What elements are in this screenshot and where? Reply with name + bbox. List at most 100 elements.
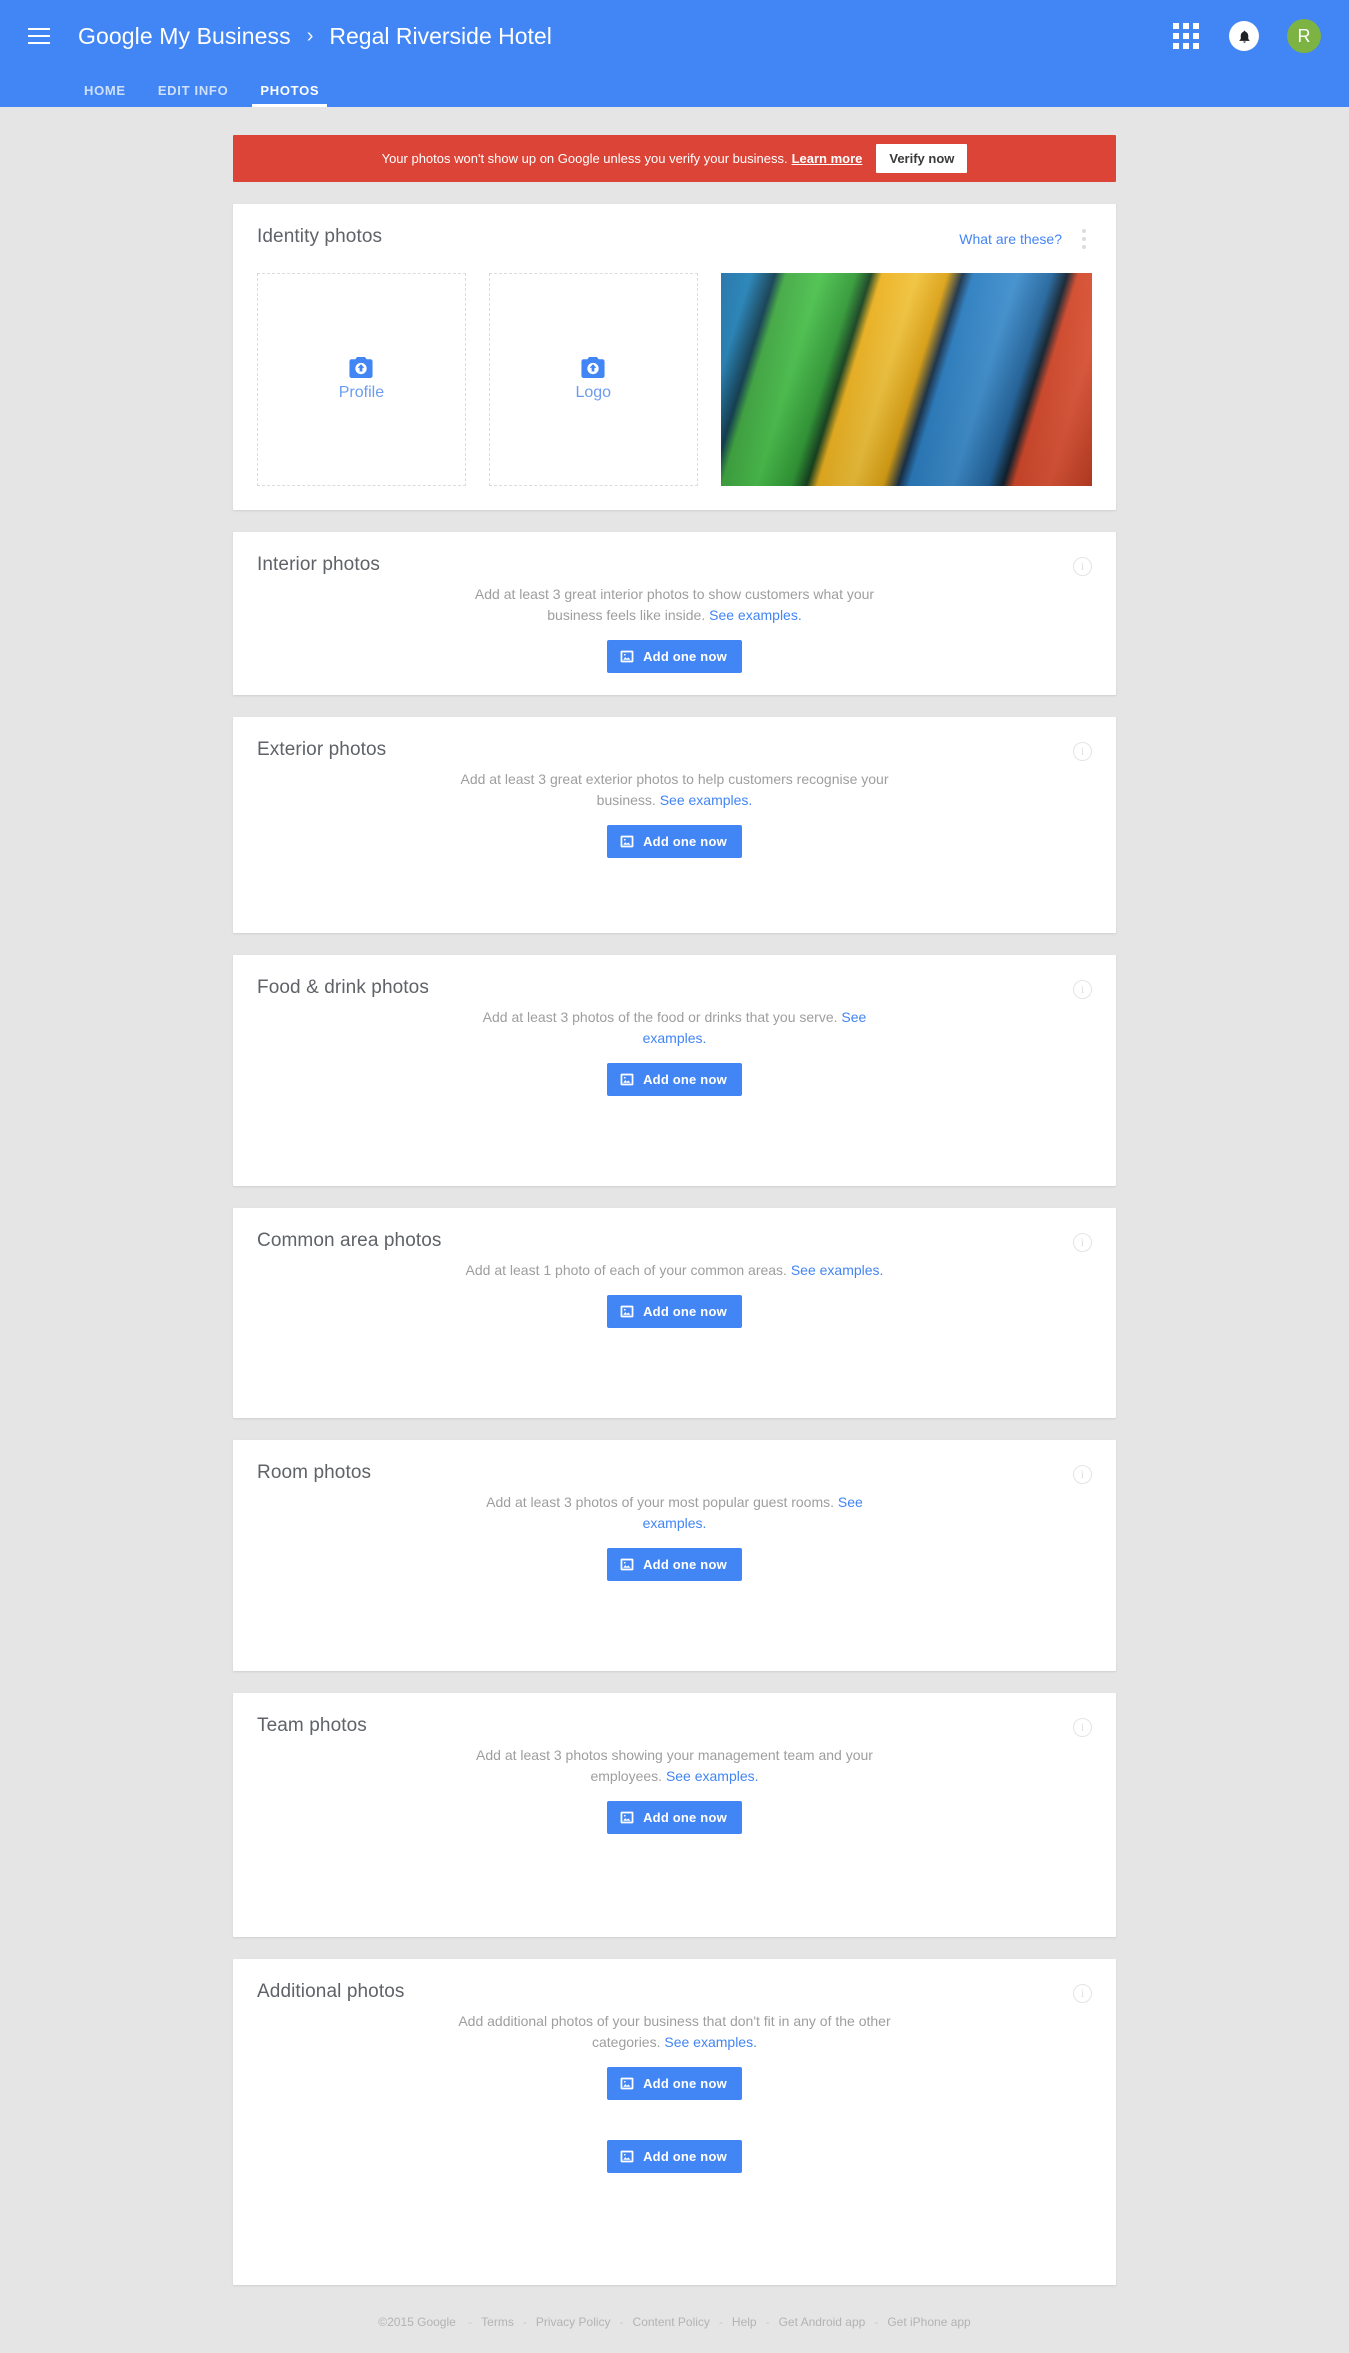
hamburger-line <box>28 28 50 30</box>
apps-dot <box>1193 33 1199 39</box>
photo-icon <box>620 2077 634 2090</box>
see-examples-link[interactable]: See examples. <box>709 607 802 623</box>
bell-icon <box>1239 30 1249 43</box>
add-one-now-label: Add one now <box>643 2149 727 2164</box>
photo-icon <box>620 2150 634 2163</box>
card-header: Interior photos i <box>233 532 1116 576</box>
card-body: Add at least 3 great interior photos to … <box>233 576 1116 673</box>
info-icon[interactable]: i <box>1073 742 1092 761</box>
card-description-text: Add at least 3 great interior photos to … <box>474 586 875 623</box>
card-description-text: Add at least 3 photos of your most popul… <box>486 1494 838 1510</box>
add-one-now-button[interactable]: Add one now <box>607 1548 742 1581</box>
tab-photos[interactable]: PHOTOS <box>244 83 335 107</box>
card-header-actions: i <box>1073 554 1092 576</box>
tab-home[interactable]: HOME <box>68 83 142 107</box>
add-one-now-label: Add one now <box>643 1072 727 1087</box>
footer-link[interactable]: Privacy Policy <box>536 2315 611 2329</box>
card-header: Team photos i <box>233 1693 1116 1737</box>
add-one-now-button-secondary[interactable]: Add one now <box>607 2140 742 2173</box>
card-description: Add at least 1 photo of each of your com… <box>455 1260 895 1281</box>
top-app-bar: Google My Business › Regal Riverside Hot… <box>0 0 1349 107</box>
content-column: Your photos won't show up on Google unle… <box>233 107 1116 2285</box>
card-title: Interior photos <box>257 554 380 575</box>
info-icon[interactable]: i <box>1073 557 1092 576</box>
card-header: Additional photos i <box>233 1959 1116 2003</box>
photo-sections: Interior photos i Add at least 3 great int… <box>233 532 1116 2285</box>
what-are-these-link[interactable]: What are these? <box>959 231 1062 247</box>
brand-title[interactable]: Google My Business <box>78 23 291 50</box>
apps-dot <box>1173 43 1179 49</box>
photo-icon <box>620 835 634 848</box>
card-header: Room photos i <box>233 1440 1116 1484</box>
see-examples-link[interactable]: See examples. <box>666 1768 759 1784</box>
card-body: Add at least 3 photos of the food or dri… <box>233 999 1116 1096</box>
card-body: Add at least 3 great exterior photos to … <box>233 761 1116 858</box>
identity-tiles-row: Profile Logo <box>233 249 1116 510</box>
footer-link[interactable]: Help <box>732 2315 757 2329</box>
info-icon[interactable]: i <box>1073 1718 1092 1737</box>
see-examples-link[interactable]: See examples. <box>791 1262 884 1278</box>
hamburger-menu-icon[interactable] <box>22 19 56 53</box>
banner-text: Your photos won't show up on Google unle… <box>381 151 788 166</box>
card-header-actions: i <box>1073 977 1092 999</box>
card-description-text: Add at least 3 photos of the food or dri… <box>482 1009 842 1025</box>
add-one-now-button[interactable]: Add one now <box>607 2067 742 2100</box>
add-one-now-label: Add one now <box>643 1810 727 1825</box>
identity-card-title: Identity photos <box>257 226 383 247</box>
see-examples-link[interactable]: See examples. <box>664 2034 757 2050</box>
upload-tile-profile[interactable]: Profile <box>257 273 466 486</box>
tab-edit-info[interactable]: EDIT INFO <box>142 83 245 107</box>
info-icon[interactable]: i <box>1073 1984 1092 2003</box>
verify-business-banner: Your photos won't show up on Google unle… <box>233 135 1116 182</box>
apps-dot <box>1173 33 1179 39</box>
identity-cover-photo[interactable] <box>720 273 1093 486</box>
verify-now-button[interactable]: Verify now <box>876 144 968 173</box>
card-body: Add at least 3 photos of your most popul… <box>233 1484 1116 1581</box>
footer-separator: - <box>619 2315 624 2329</box>
page-body: Your photos won't show up on Google unle… <box>0 107 1349 2353</box>
footer-link[interactable]: Get Android app <box>779 2315 866 2329</box>
apps-grid-icon[interactable] <box>1173 23 1199 49</box>
footer-link[interactable]: Content Policy <box>633 2315 710 2329</box>
camera-upload-icon <box>581 357 605 378</box>
photo-category-card: Common area photos i Add at least 1 photo … <box>233 1208 1116 1418</box>
add-one-now-label: Add one now <box>643 649 727 664</box>
upload-tile-logo[interactable]: Logo <box>488 273 698 486</box>
card-title: Room photos <box>257 1462 372 1483</box>
kebab-dot <box>1082 229 1086 233</box>
info-icon[interactable]: i <box>1073 980 1092 999</box>
add-one-now-button[interactable]: Add one now <box>607 1801 742 1834</box>
photo-category-card: Interior photos i Add at least 3 great int… <box>233 532 1116 695</box>
photo-icon <box>620 1558 634 1571</box>
tab-bar: HOME EDIT INFO PHOTOS <box>0 72 1349 107</box>
photo-category-card: Team photos i Add at least 3 photos showin… <box>233 1693 1116 1937</box>
info-icon[interactable]: i <box>1073 1233 1092 1252</box>
add-one-now-button[interactable]: Add one now <box>607 1295 742 1328</box>
footer-separator: - <box>468 2315 473 2329</box>
hamburger-line <box>28 35 50 37</box>
card-header: Food & drink photos i <box>233 955 1116 999</box>
learn-more-link[interactable]: Learn more <box>792 151 863 166</box>
kebab-menu-icon[interactable] <box>1076 229 1092 249</box>
card-header: Exterior photos i <box>233 717 1116 761</box>
secondary-add-row: Add one now <box>257 2100 1092 2173</box>
add-one-now-button[interactable]: Add one now <box>607 825 742 858</box>
card-title: Common area photos <box>257 1230 442 1251</box>
add-one-now-button[interactable]: Add one now <box>607 640 742 673</box>
footer-separator: - <box>874 2315 879 2329</box>
upload-tile-label: Profile <box>338 384 385 401</box>
add-one-now-button[interactable]: Add one now <box>607 1063 742 1096</box>
footer-link[interactable]: Get iPhone app <box>887 2315 970 2329</box>
top-bar-primary-row: Google My Business › Regal Riverside Hot… <box>0 0 1349 72</box>
avatar[interactable]: R <box>1287 19 1321 53</box>
card-header: Common area photos i <box>233 1208 1116 1252</box>
camera-upload-icon <box>349 357 373 378</box>
footer-link[interactable]: Terms <box>481 2315 514 2329</box>
see-examples-link[interactable]: See examples. <box>660 792 753 808</box>
info-icon[interactable]: i <box>1073 1465 1092 1484</box>
photo-icon <box>620 650 634 663</box>
business-name[interactable]: Regal Riverside Hotel <box>329 23 551 50</box>
notifications-button[interactable] <box>1229 21 1259 51</box>
identity-card-actions: What are these? <box>959 226 1092 249</box>
card-header-actions: i <box>1073 1462 1092 1484</box>
